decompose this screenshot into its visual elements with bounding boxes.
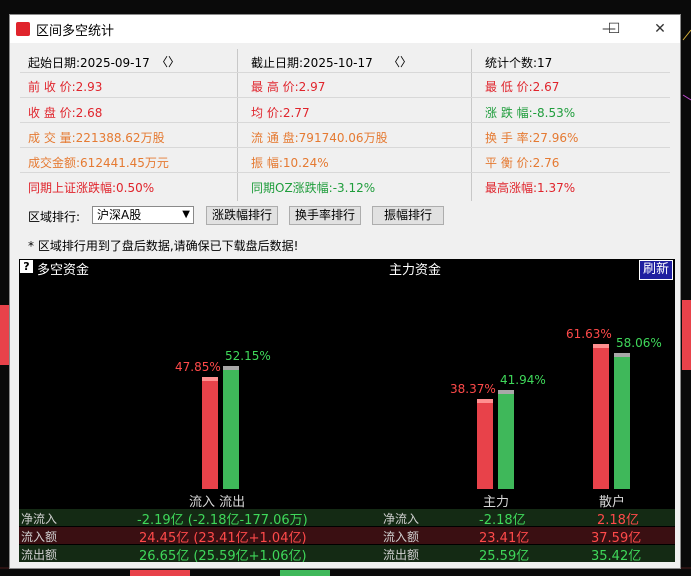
stat-balance: 平 衡 价:2.76 [485, 156, 560, 170]
region-select[interactable]: 沪深A股 ▼ [92, 206, 194, 224]
inflow-total: 24.45亿 (23.41亿+1.04亿) [139, 531, 307, 546]
amplitude-rank-button[interactable]: 振幅排行 [372, 206, 444, 225]
row-divider [20, 147, 670, 148]
bar-retail-out [614, 353, 630, 489]
net-inflow-retail: 2.18亿 [597, 513, 639, 528]
outflow-row: 流出额 26.65亿 (25.59亿+1.06亿) 流出额 25.59亿 35.… [19, 545, 675, 564]
end-date: 截止日期:2025-10-17 [251, 56, 373, 70]
close-button[interactable]: ✕ [637, 15, 683, 43]
stat-count: 统计个数:17 [485, 56, 553, 70]
outflow-label: 流出额 [21, 548, 58, 562]
bar-label-inout-out: 52.15% [225, 349, 271, 363]
outflow-retail: 35.42亿 [591, 549, 642, 564]
x-label-inout: 流入 流出 [189, 495, 246, 510]
help-icon[interactable]: ? [20, 260, 33, 273]
outflow-total: 26.65亿 (25.59亿+1.06亿) [139, 549, 307, 564]
bar-retail-in [593, 344, 609, 489]
notice-text: * 区域排行用到了盘后数据,请确保已下载盘后数据! [28, 239, 299, 253]
app-icon [16, 22, 30, 36]
stats-window: 区间多空统计 — ☐ ✕ 起始日期:2025-09-17 〈 〉 截止日期:20… [9, 14, 681, 569]
stat-turnover: 换 手 率:27.96% [485, 131, 579, 145]
row-divider [20, 97, 670, 98]
x-label-main: 主力 [483, 495, 510, 510]
bar-main-out [498, 390, 514, 489]
net-inflow-label-2: 净流入 [383, 512, 420, 526]
end-date-next-button[interactable]: 〉 [400, 53, 412, 70]
fund-flow-panel: ? 多空资金 主力资金 刷新 47.85% 52.15% 38.37% 41.94% 6… [19, 259, 675, 564]
background-volume-bar [130, 570, 190, 576]
stat-volume: 成 交 量:221388.62万股 [28, 131, 165, 145]
row-divider [20, 122, 670, 123]
stat-avg: 均 价:2.77 [251, 106, 310, 120]
inflow-main: 23.41亿 [479, 531, 530, 546]
background-volume-bar [280, 570, 330, 576]
title-bar[interactable]: 区间多空统计 — ☐ ✕ [10, 15, 680, 43]
start-date-next-button[interactable]: 〉 [168, 53, 180, 70]
net-inflow-label: 净流入 [21, 512, 58, 526]
stat-high: 最 高 价:2.97 [251, 80, 326, 94]
background-candle [682, 300, 691, 370]
panel-title-long-short: 多空资金 [37, 263, 90, 278]
inflow-retail: 37.59亿 [591, 531, 642, 546]
maximize-button[interactable]: ☐ [591, 15, 637, 43]
stat-float: 流 通 盘:791740.06万股 [251, 131, 388, 145]
window-title: 区间多空统计 [36, 24, 115, 39]
inflow-label-2: 流入额 [383, 530, 420, 544]
inflow-label: 流入额 [21, 530, 58, 544]
stat-oz-change: 同期OZ涨跌幅:-3.12% [251, 181, 376, 195]
end-date-prev-button[interactable]: 〈 [388, 53, 400, 70]
bar-inout-in [202, 377, 218, 489]
row-divider [20, 72, 670, 73]
change-rank-button[interactable]: 涨跌幅排行 [206, 206, 278, 225]
stat-amount: 成交金额:612441.45万元 [28, 156, 169, 170]
region-rank-label: 区域排行: [28, 210, 81, 224]
background-candle [0, 305, 9, 365]
net-inflow-row: 净流入 -2.19亿 (-2.18亿-177.06万) 净流入 -2.18亿 2… [19, 509, 675, 528]
stat-low: 最 低 价:2.67 [485, 80, 560, 94]
bar-label-inout-in: 47.85% [175, 360, 221, 374]
row-divider [20, 172, 670, 173]
bar-label-main-in: 38.37% [450, 382, 496, 396]
stat-close: 收 盘 价:2.68 [28, 106, 103, 120]
region-select-value: 沪深A股 [97, 208, 142, 222]
net-inflow-main: -2.18亿 [479, 513, 526, 528]
start-date-prev-button[interactable]: 〈 [156, 53, 168, 70]
refresh-button[interactable]: 刷新 [639, 260, 673, 280]
bar-main-in [477, 399, 493, 489]
start-date: 起始日期:2025-09-17 [28, 56, 150, 70]
outflow-label-2: 流出额 [383, 548, 420, 562]
bar-label-retail-out: 58.06% [616, 336, 662, 350]
stat-sh-change: 同期上证涨跌幅:0.50% [28, 181, 155, 195]
outflow-main: 25.59亿 [479, 549, 530, 564]
bar-inout-out [223, 366, 239, 489]
stat-max-change: 最高涨幅:1.37% [485, 181, 576, 195]
bar-label-main-out: 41.94% [500, 373, 546, 387]
stat-open: 前 收 价:2.93 [28, 80, 103, 94]
inflow-row: 流入额 24.45亿 (23.41亿+1.04亿) 流入额 23.41亿 37.… [19, 527, 675, 546]
stat-change: 涨 跌 幅:-8.53% [485, 106, 576, 120]
net-inflow-total: -2.19亿 (-2.18亿-177.06万) [137, 513, 308, 528]
chevron-down-icon: ▼ [182, 209, 190, 220]
bar-label-retail-in: 61.63% [566, 327, 612, 341]
panel-title-main-fund: 主力资金 [389, 263, 442, 278]
turnover-rank-button[interactable]: 换手率排行 [289, 206, 361, 225]
x-label-retail: 散户 [599, 495, 626, 510]
stat-amplitude: 振 幅:10.24% [251, 156, 329, 170]
